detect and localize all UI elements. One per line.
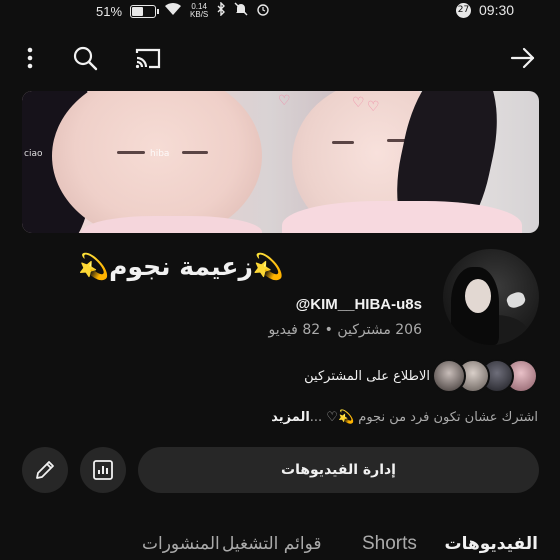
- banner-overlay-text: hiba: [150, 149, 170, 159]
- manage-videos-button[interactable]: إدارة الفيديوهات: [138, 447, 539, 493]
- search-button[interactable]: [67, 40, 103, 76]
- channel-description[interactable]: اشترك عشان تكون فرد من نجوم 💫♡ ...المزيد: [271, 410, 538, 425]
- subscriber-avatars: [432, 359, 538, 393]
- channel-stats: 206 مشتركين • 82 فيديو: [268, 322, 422, 338]
- cast-icon: [135, 48, 161, 69]
- channel-banner: ♡ ♡ ♡ ciao hiba: [22, 91, 539, 233]
- status-bar: 51% 0.14 KB/S 27 09:30: [0, 0, 560, 22]
- back-button[interactable]: [505, 40, 541, 76]
- analytics-button[interactable]: [80, 447, 126, 493]
- tab-playlists[interactable]: قوائم التشغيل: [222, 534, 322, 554]
- alarm-icon: [256, 2, 270, 20]
- banner-overlay-text: ciao: [24, 149, 43, 159]
- banner-eye: [332, 141, 354, 144]
- search-icon: [73, 46, 98, 71]
- banner-shirt-right: [282, 201, 522, 233]
- edit-channel-button[interactable]: [22, 447, 68, 493]
- tab-posts[interactable]: المنشورات: [142, 534, 220, 554]
- tab-shorts[interactable]: Shorts: [362, 533, 417, 555]
- channel-handle: @KIM__HIBA-u8s: [295, 296, 422, 313]
- banner-eye: [182, 151, 208, 154]
- more-link[interactable]: المزيد: [271, 410, 310, 425]
- status-clock-area: 27 09:30: [456, 2, 514, 18]
- banner-shirt-left: [82, 216, 262, 233]
- channel-avatar[interactable]: [443, 249, 539, 345]
- analytics-icon: [93, 460, 113, 480]
- description-text: اشترك عشان تكون فرد من نجوم 💫♡ ...: [309, 410, 538, 425]
- channel-name: 💫زعيمة نجوم💫: [78, 252, 284, 281]
- channel-tabs: الفيديوهات Shorts قوائم التشغيل المنشورا…: [0, 526, 560, 560]
- bluetooth-icon: [216, 1, 226, 20]
- notification-badge: 27: [456, 2, 471, 18]
- clock: 09:30: [479, 2, 515, 18]
- cast-button[interactable]: [130, 40, 166, 76]
- heart-sticker: ♡: [367, 99, 380, 115]
- subscriber-avatar: [432, 359, 466, 393]
- pencil-icon: [36, 461, 54, 479]
- banner-face-left: [52, 91, 262, 233]
- subscribers-row[interactable]: الاطلاع على المشتركين: [304, 359, 538, 393]
- more-vertical-icon: [27, 47, 33, 69]
- avatar-face: [465, 279, 491, 313]
- banner-eye: [117, 151, 145, 154]
- battery-icon: [130, 4, 160, 18]
- heart-sticker: ♡: [278, 93, 291, 109]
- avatar-hand: [505, 290, 527, 310]
- mute-icon: [234, 2, 248, 20]
- more-options-button[interactable]: [12, 40, 48, 76]
- tab-videos[interactable]: الفيديوهات: [445, 534, 539, 554]
- network-speed-unit: KB/S: [190, 10, 209, 19]
- heart-sticker: ♡: [352, 95, 365, 111]
- battery-percent: 51%: [96, 3, 123, 19]
- status-indicators: 51% 0.14 KB/S: [96, 1, 270, 20]
- arrow-right-icon: [510, 47, 535, 69]
- app-top-bar: [0, 40, 560, 80]
- wifi-icon: [164, 2, 182, 20]
- view-subscribers-link[interactable]: الاطلاع على المشتركين: [304, 369, 430, 384]
- network-speed: 0.14 KB/S: [190, 3, 208, 19]
